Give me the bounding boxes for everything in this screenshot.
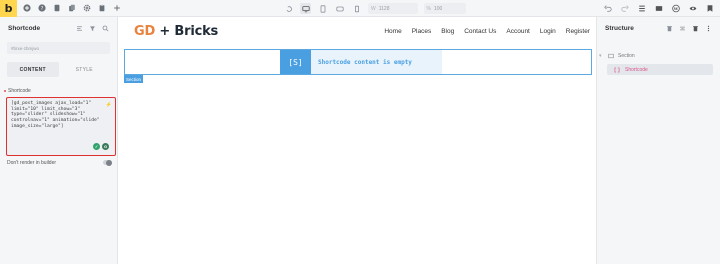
shortcode-textarea[interactable]: [gd_post_images ajax_load="1" limit="10"…: [6, 97, 116, 156]
builder-canvas: GD + Bricks Home Places Blog Contact Us …: [118, 17, 596, 264]
nav-places[interactable]: Places: [412, 28, 432, 35]
site-logo[interactable]: GD + Bricks: [134, 24, 218, 39]
pages-icon[interactable]: [53, 4, 61, 12]
shortcode-group-label: Shortcode: [4, 88, 117, 94]
trash-icon[interactable]: [691, 24, 699, 32]
settings-tabs: CONTENT STYLE: [7, 62, 110, 77]
canvas-width-field[interactable]: W 1128: [368, 3, 418, 14]
dont-render-label: Don't render in builder: [7, 159, 57, 166]
tab-content[interactable]: CONTENT: [7, 62, 59, 77]
structure-panel: Structure ▾ Section Shortcode: [596, 17, 720, 264]
site-header: GD + Bricks Home Places Blog Contact Us …: [118, 17, 596, 49]
nav-blog[interactable]: Blog: [441, 28, 454, 35]
loop-icon[interactable]: [283, 3, 294, 14]
shortcode-label: Shortcode: [8, 88, 31, 94]
clipboard-icon[interactable]: [98, 4, 106, 12]
assistant-icon[interactable]: G: [102, 143, 109, 150]
tablet-icon[interactable]: [317, 3, 328, 14]
preview-icon[interactable]: [689, 5, 697, 13]
panel-header: Shortcode: [0, 17, 117, 39]
required-dot-icon: [4, 90, 6, 92]
shortcode-icon: [S]: [280, 50, 311, 74]
undo-icon[interactable]: [604, 5, 612, 13]
structure-item-section[interactable]: ▾ Section: [599, 50, 635, 61]
bricks-logo[interactable]: b: [0, 0, 17, 17]
desktop-icon[interactable]: [300, 3, 311, 14]
mobile-icon[interactable]: [351, 3, 362, 14]
delete-icon[interactable]: [665, 24, 673, 32]
dont-render-row: Don't render in builder: [7, 158, 112, 167]
width-value: 1128: [378, 5, 390, 12]
structure-shortcode-label: Shortcode: [625, 66, 648, 73]
element-id-value: #brxe-zbmjwo: [11, 45, 40, 51]
caret-down-icon[interactable]: ▾: [599, 53, 604, 59]
settings-icon[interactable]: [83, 4, 91, 12]
zoom-label: %: [426, 5, 431, 12]
history-icon[interactable]: [638, 5, 646, 13]
nav-login[interactable]: Login: [540, 28, 556, 35]
add-icon[interactable]: [113, 4, 121, 12]
help-icon[interactable]: ?: [38, 4, 46, 12]
plus-circle-icon[interactable]: [23, 4, 31, 12]
brand-rest: + Bricks: [155, 24, 219, 39]
tablet-landscape-icon[interactable]: [334, 3, 345, 14]
structure-title: Structure: [605, 24, 634, 32]
search-icon[interactable]: [101, 24, 109, 32]
panel-title: Shortcode: [8, 24, 41, 32]
section-icon: [607, 52, 615, 60]
layers-icon[interactable]: [655, 5, 663, 13]
copy-icon[interactable]: [68, 4, 76, 12]
save-icon[interactable]: [706, 5, 714, 13]
shortcode-empty-message: Shortcode content is empty: [311, 50, 442, 74]
filter-icon[interactable]: [88, 24, 96, 32]
redo-icon[interactable]: [621, 5, 629, 13]
zoom-value: 100: [433, 5, 443, 12]
brand-gd: GD: [134, 24, 156, 39]
shortcode-value: [gd_post_images ajax_load="1" limit="10"…: [11, 101, 100, 129]
tab-style[interactable]: STYLE: [59, 62, 111, 77]
dynamic-data-icon[interactable]: ⚡: [106, 102, 112, 108]
wordpress-icon[interactable]: W: [672, 4, 680, 13]
builder-toolbar: b ? W 1128 % 100 W: [0, 0, 720, 17]
collapse-icon[interactable]: [678, 24, 686, 32]
structure-header: Structure: [597, 17, 720, 39]
shortcode-element[interactable]: [S] Shortcode content is empty: [280, 50, 442, 74]
nav-register[interactable]: Register: [566, 28, 590, 35]
section-element[interactable]: [S] Shortcode content is empty: [124, 49, 592, 75]
shortcuts-icon[interactable]: [75, 24, 83, 32]
zoom-field[interactable]: % 100: [423, 3, 467, 14]
grammar-check-icon[interactable]: ✓: [93, 143, 100, 150]
shortcode-tree-icon: [613, 66, 621, 74]
structure-section-label: Section: [618, 52, 635, 59]
section-label-tag[interactable]: Section: [124, 75, 144, 83]
structure-item-shortcode[interactable]: Shortcode: [607, 64, 713, 75]
svg-text:W: W: [673, 6, 679, 11]
nav-account[interactable]: Account: [506, 28, 530, 35]
nav-contact-us[interactable]: Contact Us: [464, 28, 496, 35]
more-icon[interactable]: [704, 24, 712, 32]
width-label: W: [371, 5, 376, 12]
element-id-field[interactable]: #brxe-zbmjwo: [7, 42, 110, 54]
nav-home[interactable]: Home: [384, 28, 401, 35]
dont-render-toggle[interactable]: [103, 159, 112, 166]
main-nav: Home Places Blog Contact Us Account Logi…: [384, 28, 590, 35]
